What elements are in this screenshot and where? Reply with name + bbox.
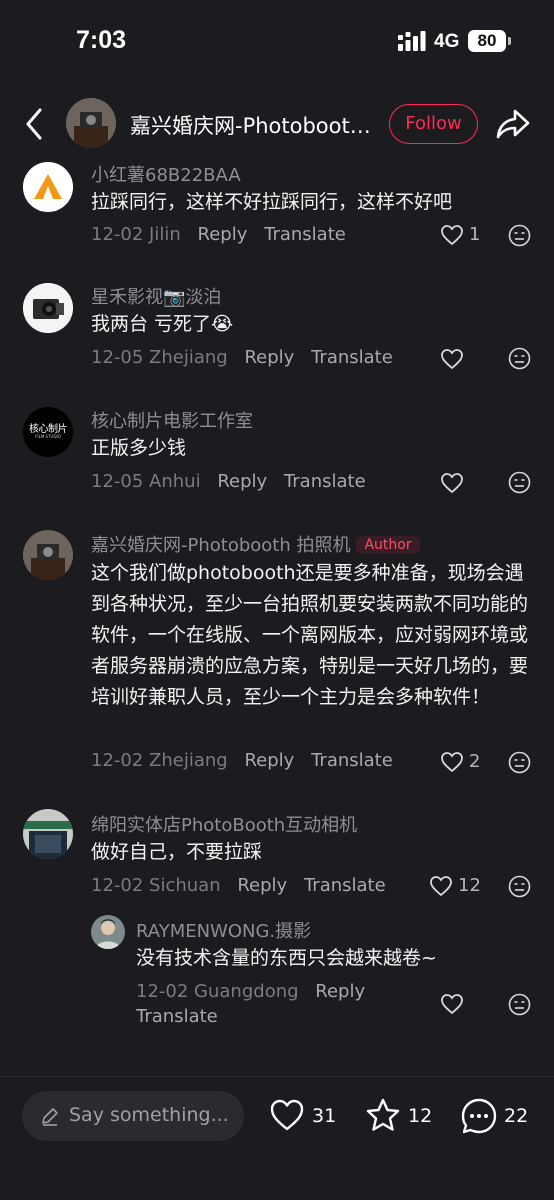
commenter-avatar[interactable]: 核心制片 FILM STUDIO (23, 407, 73, 457)
translate-button[interactable]: Translate (284, 471, 366, 492)
like-heart-icon[interactable] (269, 1098, 305, 1132)
cellular-signal-icon (398, 31, 426, 51)
translate-button[interactable]: Translate (311, 347, 393, 368)
comment-text: 拉踩同行，这样不好拉踩同行，这样不好吧 (91, 191, 453, 213)
comment-username[interactable]: 星禾影视📷淡泊 (91, 283, 221, 309)
comment-meta: 12-02 Jilin Reply Translate (91, 224, 346, 245)
favorite-count: 12 (408, 1105, 433, 1127)
bottom-action-bar: Say something... 31 12 22 (0, 1076, 554, 1200)
comment-date: 12-02 (136, 981, 189, 1002)
photobooth-camera-icon (66, 98, 116, 148)
comment-input-placeholder: Say something... (69, 1104, 229, 1126)
status-bar: 7:03 4G 80 (0, 0, 554, 86)
comment-list: 小红薯68B22BAA 拉踩同行，这样不好拉踩同行，这样不好吧 12-02 Ji… (0, 160, 554, 1076)
heart-icon[interactable] (440, 993, 464, 1015)
reply-button[interactable]: Reply (198, 224, 248, 245)
page-title: 嘉兴婚庆网-Photobooth拍照机 (130, 114, 374, 138)
camera-icon (23, 283, 73, 333)
top-nav: 嘉兴婚庆网-Photobooth拍照机 Follow (0, 88, 554, 160)
portrait-icon (91, 915, 125, 949)
battery-icon: 80 (468, 30, 511, 52)
comment-meta: 12-02 Zhejiang Reply Translate (91, 750, 393, 771)
storefront-icon (23, 809, 73, 859)
comment-username[interactable]: 小红薯68B22BAA (91, 161, 241, 187)
comment-username: 嘉兴婚庆网-Photobooth 拍照机 Author (91, 531, 420, 557)
photobooth-camera-icon (23, 530, 73, 580)
comment-location: Zhejiang (149, 750, 228, 771)
reply-button[interactable]: Reply (244, 347, 294, 368)
reply-button[interactable]: Reply (217, 471, 267, 492)
comment-bubble-icon[interactable] (460, 1097, 498, 1135)
commenter-avatar[interactable] (91, 915, 125, 949)
tent-icon (23, 162, 73, 212)
back-arrow-icon[interactable] (20, 106, 48, 142)
dislike-face-icon[interactable] (508, 875, 531, 898)
dislike-face-icon[interactable] (508, 471, 531, 494)
translate-button[interactable]: Translate (304, 875, 386, 896)
comment-meta: 12-05 Zhejiang Reply Translate (91, 347, 393, 368)
author-username[interactable]: 嘉兴婚庆网-Photobooth 拍照机 (91, 535, 350, 556)
heart-icon[interactable] (440, 751, 464, 773)
reply-button[interactable]: Reply (244, 750, 294, 771)
translate-button[interactable]: Translate (311, 750, 393, 771)
comment-date: 12-02 (91, 750, 144, 771)
follow-button[interactable]: Follow (389, 104, 478, 144)
heart-icon[interactable] (440, 348, 464, 370)
like-count-total: 31 (312, 1105, 337, 1127)
comment-text: 没有技术含量的东西只会越来越卷~ (136, 947, 437, 969)
comment-meta: 12-05 Anhui Reply Translate (91, 471, 366, 492)
like-count: 1 (469, 224, 481, 245)
comment-date: 12-02 (91, 224, 144, 245)
comment-text: 这个我们做photobooth还是要多种准备，现场会遇到各种状况，至少一台拍照机… (91, 562, 529, 708)
like-count: 12 (458, 875, 481, 896)
comment-input[interactable]: Say something... (22, 1091, 244, 1141)
commenter-avatar[interactable] (23, 283, 73, 333)
dislike-face-icon[interactable] (508, 347, 531, 370)
commenter-avatar[interactable] (23, 809, 73, 859)
comment-date: 12-02 (91, 875, 144, 896)
comment-date: 12-05 (91, 471, 144, 492)
comment-text: 正版多少钱 (91, 437, 187, 459)
star-icon[interactable] (365, 1097, 401, 1133)
status-time: 7:03 (76, 26, 127, 54)
comment-location: Guangdong (194, 981, 299, 1002)
comment-username[interactable]: 绵阳实体店PhotoBooth互动相机 (91, 811, 357, 837)
like-count: 2 (469, 751, 481, 772)
author-badge: Author (356, 536, 420, 554)
comment-meta: 12-02 Sichuan Reply Translate (91, 875, 386, 896)
reply-button[interactable]: Reply (315, 981, 365, 1002)
share-icon[interactable] (496, 108, 530, 140)
heart-icon[interactable] (440, 224, 464, 246)
comment-count: 22 (504, 1105, 529, 1127)
heart-icon[interactable] (429, 875, 453, 897)
comment-text: 我两台 亏死了😭 (91, 313, 234, 335)
author-avatar[interactable] (23, 530, 73, 580)
avatar-logo-text: 核心制片 (29, 424, 68, 435)
reply-button[interactable]: Reply (237, 875, 287, 896)
comment-username[interactable]: RAYMENWONG.摄影 (136, 917, 311, 943)
comment-meta: 12-02 Guangdong Reply (136, 981, 365, 1002)
comment-date: 12-05 (91, 347, 144, 368)
network-type: 4G (434, 31, 460, 52)
translate-button[interactable]: Translate (136, 1006, 218, 1027)
comment-meta-wrap: Translate (136, 1006, 218, 1027)
comment-location: Sichuan (149, 875, 221, 896)
dislike-face-icon[interactable] (508, 224, 531, 247)
comment-username[interactable]: 核心制片电影工作室 (91, 407, 253, 433)
dislike-face-icon[interactable] (508, 751, 531, 774)
comment-text: 做好自己，不要拉踩 (91, 841, 263, 863)
pencil-icon (42, 1108, 58, 1126)
comment-location: Jilin (149, 224, 181, 245)
author-avatar[interactable] (66, 98, 116, 148)
dislike-face-icon[interactable] (508, 993, 531, 1016)
heart-icon[interactable] (440, 472, 464, 494)
avatar-logo-subtext: FILM STUDIO (35, 434, 61, 439)
translate-button[interactable]: Translate (264, 224, 346, 245)
comment-location: Zhejiang (149, 347, 228, 368)
commenter-avatar[interactable] (23, 162, 73, 212)
comment-location: Anhui (149, 471, 201, 492)
